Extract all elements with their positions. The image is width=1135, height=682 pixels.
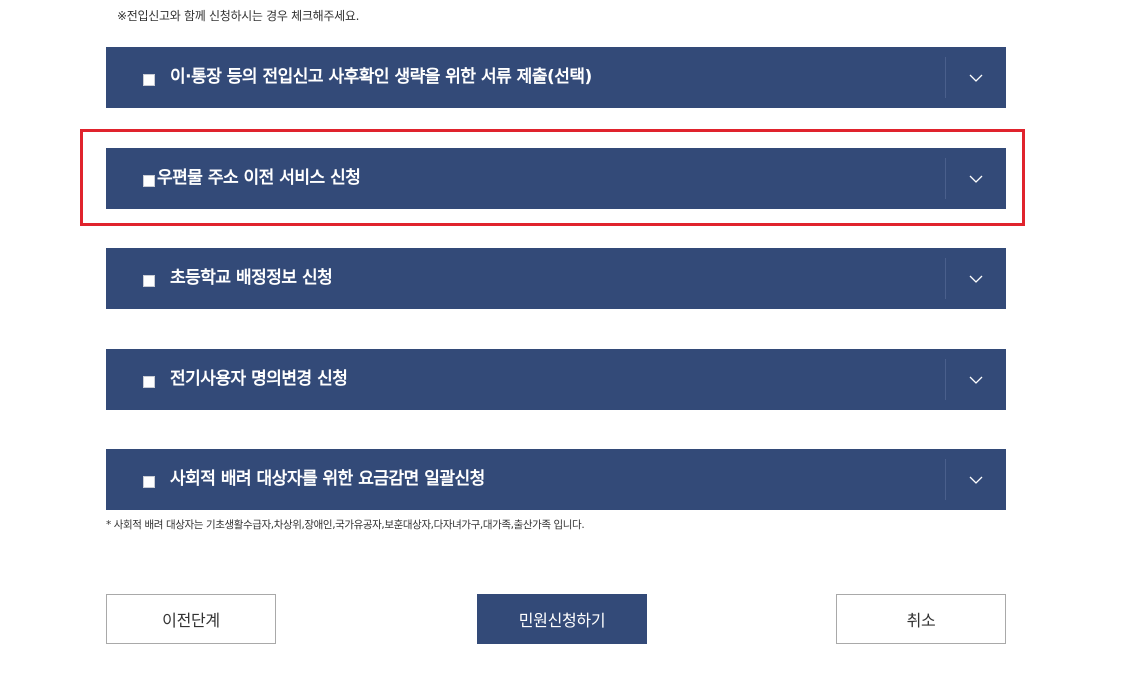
expand-toggle[interactable] (946, 47, 1006, 108)
service-row-fee-reduction[interactable]: 사회적 배려 대상자를 위한 요금감면 일괄신청 (106, 449, 1006, 510)
service-row-electricity-transfer[interactable]: 전기사용자 명의변경 신청 (106, 349, 1006, 410)
expand-toggle[interactable] (946, 449, 1006, 510)
footnote: * 사회적 배려 대상자는 기초생활수급자,차상위,장애인,국가유공자,보훈대상… (106, 519, 585, 531)
service-label: 전기사용자 명의변경 신청 (170, 369, 348, 389)
service-label: 초등학교 배정정보 신청 (170, 268, 333, 288)
checkbox-electricity-transfer[interactable] (143, 376, 155, 388)
highlight-box (80, 129, 1025, 226)
instruction-note: ※전입신고와 함께 신청하시는 경우 체크해주세요. (117, 9, 360, 23)
expand-toggle[interactable] (946, 248, 1006, 309)
service-label: 사회적 배려 대상자를 위한 요금감면 일괄신청 (170, 469, 485, 489)
submit-application-button[interactable]: 민원신청하기 (477, 594, 647, 644)
prev-step-button[interactable]: 이전단계 (106, 594, 276, 644)
checkbox-fee-reduction[interactable] (143, 476, 155, 488)
chevron-down-icon (969, 376, 983, 384)
chevron-down-icon (969, 476, 983, 484)
chevron-down-icon (969, 275, 983, 283)
checkbox-resident-check[interactable] (143, 74, 155, 86)
cancel-button[interactable]: 취소 (836, 594, 1006, 644)
chevron-down-icon (969, 74, 983, 82)
service-row-resident-check[interactable]: 이·통장 등의 전입신고 사후확인 생략을 위한 서류 제출(선택) (106, 47, 1006, 108)
expand-toggle[interactable] (946, 349, 1006, 410)
service-row-school-assignment[interactable]: 초등학교 배정정보 신청 (106, 248, 1006, 309)
checkbox-school-assignment[interactable] (143, 275, 155, 287)
service-label: 이·통장 등의 전입신고 사후확인 생략을 위한 서류 제출(선택) (170, 67, 592, 87)
